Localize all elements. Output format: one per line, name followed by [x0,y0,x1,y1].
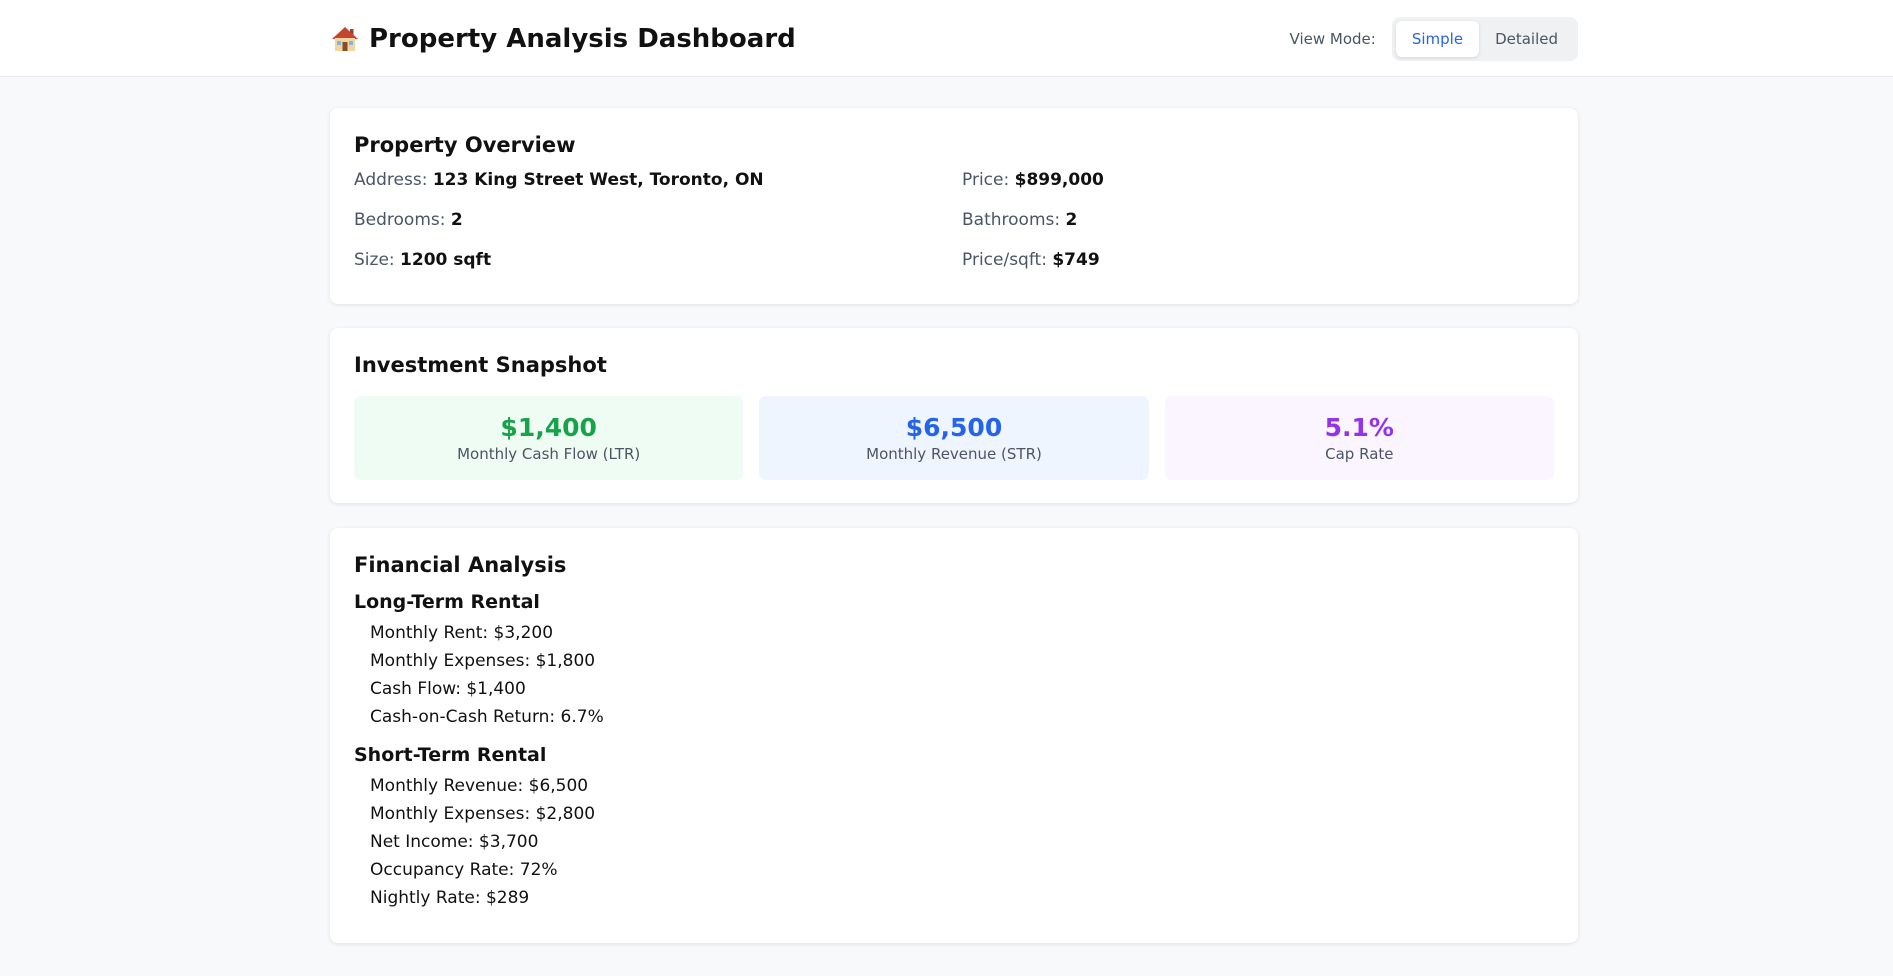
cap-rate-label: Cap Rate [1325,445,1394,463]
list-item: Net Income: $3,700 [370,832,539,852]
financial-analysis-title: Financial Analysis [354,553,567,577]
long-term-rental-title: Long-Term Rental [354,591,540,613]
app-title-text: Property Analysis Dashboard [369,23,796,54]
property-details-grid: Address: 123 King Street West, Toronto, … [354,168,1554,272]
short-term-rental-title: Short-Term Rental [354,744,547,766]
list-item: Cash-on-Cash Return: 6.7% [370,707,604,727]
size-label: Size: [354,250,395,270]
view-mode-toggle: Simple Detailed [1391,16,1578,61]
simple-mode-button[interactable]: Simple [1395,20,1480,57]
property-overview-card: Property Overview Address: 123 King Stre… [330,108,1578,304]
address-value: 123 King Street West, Toronto, ON [432,170,764,190]
price-label: Price: [962,170,1010,190]
bathrooms-field: Bathrooms: 2 [962,208,1554,232]
cash-flow-value: $1,400 [500,413,597,442]
view-mode-label: View Mode: [1289,29,1376,48]
top-bar-inner: Property Analysis Dashboard View Mode: S… [330,0,1578,77]
list-item: Cash Flow: $1,400 [370,679,526,699]
cap-rate-value: 5.1% [1324,413,1394,442]
list-item: Nightly Rate: $289 [370,888,530,908]
investment-snapshot-title: Investment Snapshot [354,353,607,377]
cash-flow-label: Monthly Cash Flow (LTR) [457,445,641,463]
str-revenue-label: Monthly Revenue (STR) [866,445,1042,463]
list-item: Monthly Expenses: $2,800 [370,804,596,824]
size-field: Size: 1200 sqft [354,248,962,272]
list-item: Monthly Revenue: $6,500 [370,776,589,796]
bathrooms-label: Bathrooms: [962,210,1061,230]
address-field: Address: 123 King Street West, Toronto, … [354,168,962,192]
price-field: Price: $899,000 [962,168,1554,192]
top-bar: Property Analysis Dashboard View Mode: S… [0,0,1893,77]
list-item: Monthly Rent: $3,200 [370,623,554,643]
short-term-rental-list: Monthly Revenue: $6,500 Monthly Expenses… [354,772,1554,912]
long-term-rental-list: Monthly Rent: $3,200 Monthly Expenses: $… [354,619,1554,731]
price-per-sqft-label: Price/sqft: [962,250,1047,270]
size-value: 1200 sqft [400,250,492,270]
str-revenue-value: $6,500 [905,413,1003,442]
property-overview-title: Property Overview [354,133,576,157]
bedrooms-label: Bedrooms: [354,210,446,230]
financial-analysis-card: Financial Analysis Long-Term Rental Mont… [330,528,1578,943]
view-mode-control: View Mode: Simple Detailed [1289,16,1578,61]
cap-rate-metric: 5.1% Cap Rate [1164,396,1554,480]
price-per-sqft-field: Price/sqft: $749 [962,248,1554,272]
house-icon [330,24,360,54]
str-revenue-metric: $6,500 Monthly Revenue (STR) [759,396,1149,480]
list-item: Occupancy Rate: 72% [370,860,558,880]
metrics-row: $1,400 Monthly Cash Flow (LTR) $6,500 Mo… [354,396,1554,480]
investment-snapshot-card: Investment Snapshot $1,400 Monthly Cash … [330,328,1578,503]
price-value: $899,000 [1014,170,1104,190]
price-per-sqft-value: $749 [1052,250,1100,270]
list-item: Monthly Expenses: $1,800 [370,651,596,671]
app-title: Property Analysis Dashboard [330,24,796,54]
bedrooms-field: Bedrooms: 2 [354,208,962,232]
bedrooms-value: 2 [450,210,463,230]
bathrooms-value: 2 [1065,210,1078,230]
address-label: Address: [354,170,428,190]
detailed-mode-button[interactable]: Detailed [1479,21,1574,57]
cash-flow-metric: $1,400 Monthly Cash Flow (LTR) [354,396,744,480]
